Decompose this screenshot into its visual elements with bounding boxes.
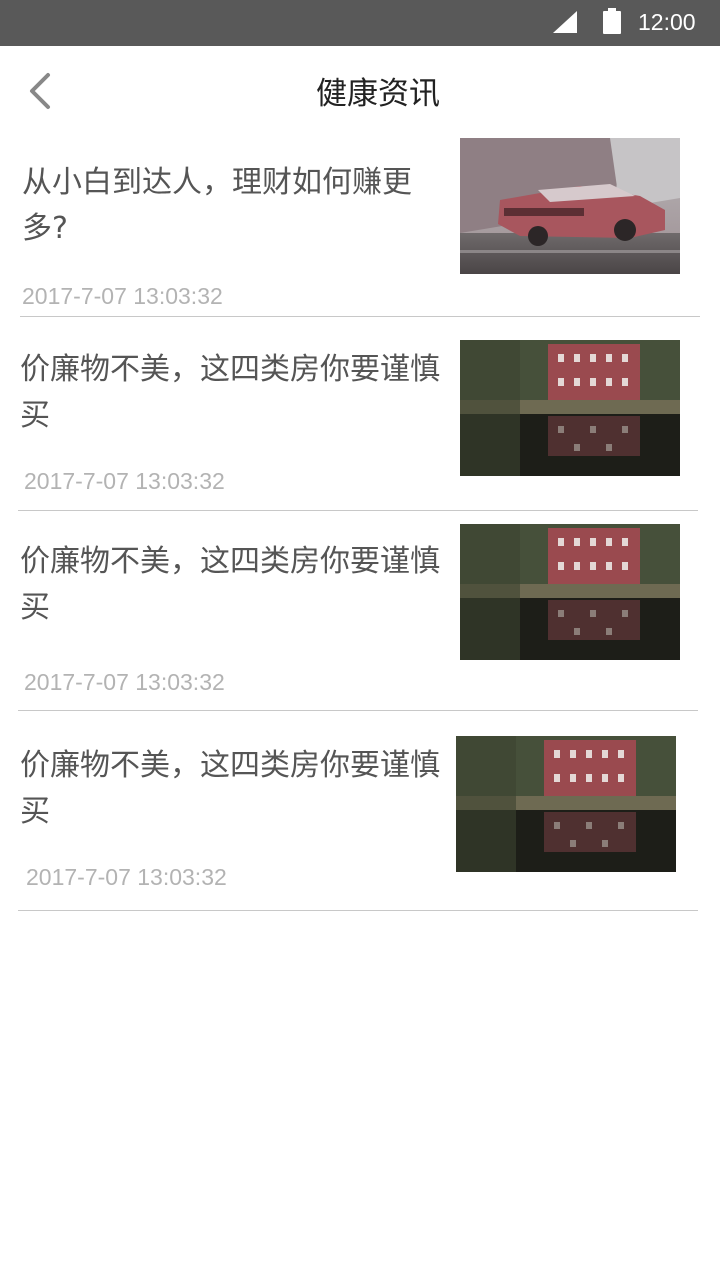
news-time: 2017-7-07 13:03:32 [24,468,225,494]
status-bar: 12:00 [0,0,720,46]
news-time: 2017-7-07 13:03:32 [22,283,223,309]
news-thumbnail [460,138,680,274]
news-thumbnail [456,736,676,872]
news-title: 从小白到达人，理财如何赚更多? [22,165,412,246]
news-title: 价廉物不美，这四类房你要谨慎买 [20,544,440,625]
news-time: 2017-7-07 13:03:32 [26,864,227,890]
news-title: 价廉物不美，这四类房你要谨慎买 [20,748,440,829]
news-list-item[interactable]: 价廉物不美，这四类房你要谨慎买 2017-7-07 13:03:32 [0,511,720,711]
page-title: 健康资讯 [316,76,440,112]
news-title: 价廉物不美，这四类房你要谨慎买 [20,352,440,433]
status-time: 12:00 [638,9,696,35]
signal-icon [553,11,577,33]
app-bar: 健康资讯 [0,46,720,136]
news-list-item[interactable]: 价廉物不美，这四类房你要谨慎买 2017-7-07 13:03:32 [0,317,720,511]
news-thumbnail [460,524,680,660]
news-list-item[interactable]: 价廉物不美，这四类房你要谨慎买 2017-7-07 13:03:32 [0,711,720,911]
news-time: 2017-7-07 13:03:32 [24,669,225,695]
battery-icon [603,8,621,34]
news-list-item[interactable]: 从小白到达人，理财如何赚更多? 2017-7-07 13:03:32 [0,136,720,317]
news-thumbnail [460,340,680,476]
list-divider [18,910,698,911]
